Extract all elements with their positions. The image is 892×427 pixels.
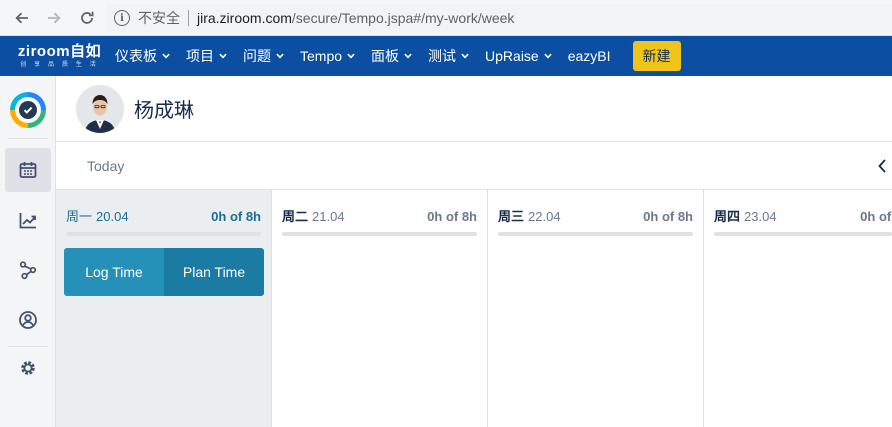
day-label: 周一 20.04 <box>66 206 129 225</box>
reports-icon <box>19 213 36 229</box>
create-button[interactable]: 新建 <box>632 41 681 71</box>
nav-boards[interactable]: 面板 <box>363 36 420 76</box>
day-actions: Log Time Plan Time <box>64 248 264 296</box>
user-circle-icon <box>19 311 37 329</box>
nav-eazybi[interactable]: eazyBI <box>560 36 619 76</box>
day-weekday: 周三 <box>498 209 525 224</box>
check-icon <box>19 101 37 119</box>
chevron-down-icon <box>461 52 469 60</box>
day-column-wed[interactable]: 周三 22.04 0h of 8h <box>488 190 704 427</box>
arrow-left-icon <box>15 12 28 24</box>
user-header: 杨成琳 <box>56 76 892 142</box>
day-label: 周四 23.04 <box>714 206 777 225</box>
gear-icon <box>21 361 35 375</box>
url-divider <box>188 10 189 26</box>
nav-item-label: 仪表板 <box>115 48 157 64</box>
nav-tempo[interactable]: Tempo <box>292 36 363 76</box>
address-bar[interactable]: i 不安全 jira.ziroom.com/secure/Tempo.jspa#… <box>106 4 892 32</box>
reload-icon <box>81 11 94 24</box>
reload-button[interactable] <box>72 3 102 33</box>
day-date: 22.04 <box>528 209 561 224</box>
rail-divider <box>8 138 48 139</box>
back-button[interactable] <box>7 3 37 33</box>
day-column-mon[interactable]: 周一 20.04 0h of 8h Log Time Plan Time <box>56 190 272 427</box>
day-date: 20.04 <box>96 209 129 224</box>
nav-item-label: 问题 <box>243 48 271 64</box>
day-label: 周三 22.04 <box>498 206 561 225</box>
nav-item-label: eazyBI <box>567 48 611 64</box>
logo-tagline: 创 享 品 质 生 活 <box>20 61 99 68</box>
info-icon[interactable]: i <box>114 10 130 26</box>
security-label: 不安全 <box>138 10 180 26</box>
sidebar-item-accounts[interactable] <box>5 248 51 292</box>
today-button[interactable]: Today <box>87 158 124 174</box>
week-toolbar: Today <box>56 142 892 190</box>
sidebar-item-my-work[interactable] <box>5 148 51 192</box>
chevron-down-icon <box>276 52 284 60</box>
day-weekday: 周二 <box>282 209 309 224</box>
chevron-down-icon <box>544 52 552 60</box>
week-grid: 周一 20.04 0h of 8h Log Time Plan Time 周二 21… <box>56 190 892 427</box>
url-path: /secure/Tempo.jspa#/my-work/week <box>291 10 515 26</box>
tempo-logo-icon[interactable] <box>10 92 46 128</box>
top-navigation: ziroom自如 创 享 品 质 生 活 仪表板 项目 问题 Tempo 面板 … <box>0 36 892 76</box>
ziroom-logo[interactable]: ziroom自如 创 享 品 质 生 活 <box>0 36 107 76</box>
url-host: jira.ziroom.com <box>197 10 292 26</box>
previous-week-button[interactable] <box>878 156 892 176</box>
nav-item-label: 测试 <box>428 48 457 64</box>
plan-time-button[interactable]: Plan Time <box>164 248 264 296</box>
day-weekday: 周一 <box>66 209 93 224</box>
nav-item-label: 面板 <box>371 48 400 64</box>
day-date: 23.04 <box>744 209 777 224</box>
day-date: 21.04 <box>312 209 345 224</box>
nav-item-label: UpRaise <box>485 48 539 64</box>
arrow-right-icon <box>48 12 61 24</box>
chevron-down-icon <box>404 52 412 60</box>
nav-item-label: 项目 <box>186 48 214 64</box>
chevron-left-icon <box>878 159 886 173</box>
nav-item-label: Tempo <box>300 48 343 64</box>
chevron-down-icon <box>347 52 355 60</box>
day-progress-bar <box>66 232 261 236</box>
nav-issues[interactable]: 问题 <box>235 36 292 76</box>
avatar <box>76 84 124 133</box>
calendar-icon <box>19 162 37 178</box>
day-progress-bar <box>498 232 693 236</box>
day-hours: 0h of 8h <box>211 209 261 224</box>
browser-toolbar: i 不安全 jira.ziroom.com/secure/Tempo.jspa#… <box>0 0 892 36</box>
day-column-tue[interactable]: 周二 21.04 0h of 8h <box>272 190 488 427</box>
day-progress-bar <box>282 232 477 236</box>
log-time-button[interactable]: Log Time <box>64 248 164 296</box>
graph-icon <box>19 261 37 280</box>
sidebar-item-settings[interactable] <box>5 346 51 390</box>
day-weekday: 周四 <box>714 209 741 224</box>
chevron-down-icon <box>219 52 227 60</box>
chevron-down-icon <box>162 52 170 60</box>
day-hours: 0h of 8h <box>427 209 477 224</box>
nav-tests[interactable]: 测试 <box>420 36 477 76</box>
nav-projects[interactable]: 项目 <box>178 36 235 76</box>
day-hours: 0h of 8h <box>860 209 892 224</box>
nav-dashboards[interactable]: 仪表板 <box>107 36 178 76</box>
day-hours: 0h of 8h <box>643 209 693 224</box>
sidebar-item-profile[interactable] <box>5 298 51 342</box>
day-column-thu[interactable]: 周四23.04 0h of 8h <box>704 190 892 427</box>
day-progress-bar <box>714 232 892 236</box>
tempo-sidebar <box>0 76 56 427</box>
day-label: 周二 21.04 <box>282 206 345 225</box>
sidebar-item-reports[interactable] <box>5 198 51 242</box>
logo-text: ziroom自如 <box>17 43 102 60</box>
nav-upraise[interactable]: UpRaise <box>477 36 560 76</box>
user-name: 杨成琳 <box>134 98 194 122</box>
forward-button[interactable] <box>39 3 69 33</box>
